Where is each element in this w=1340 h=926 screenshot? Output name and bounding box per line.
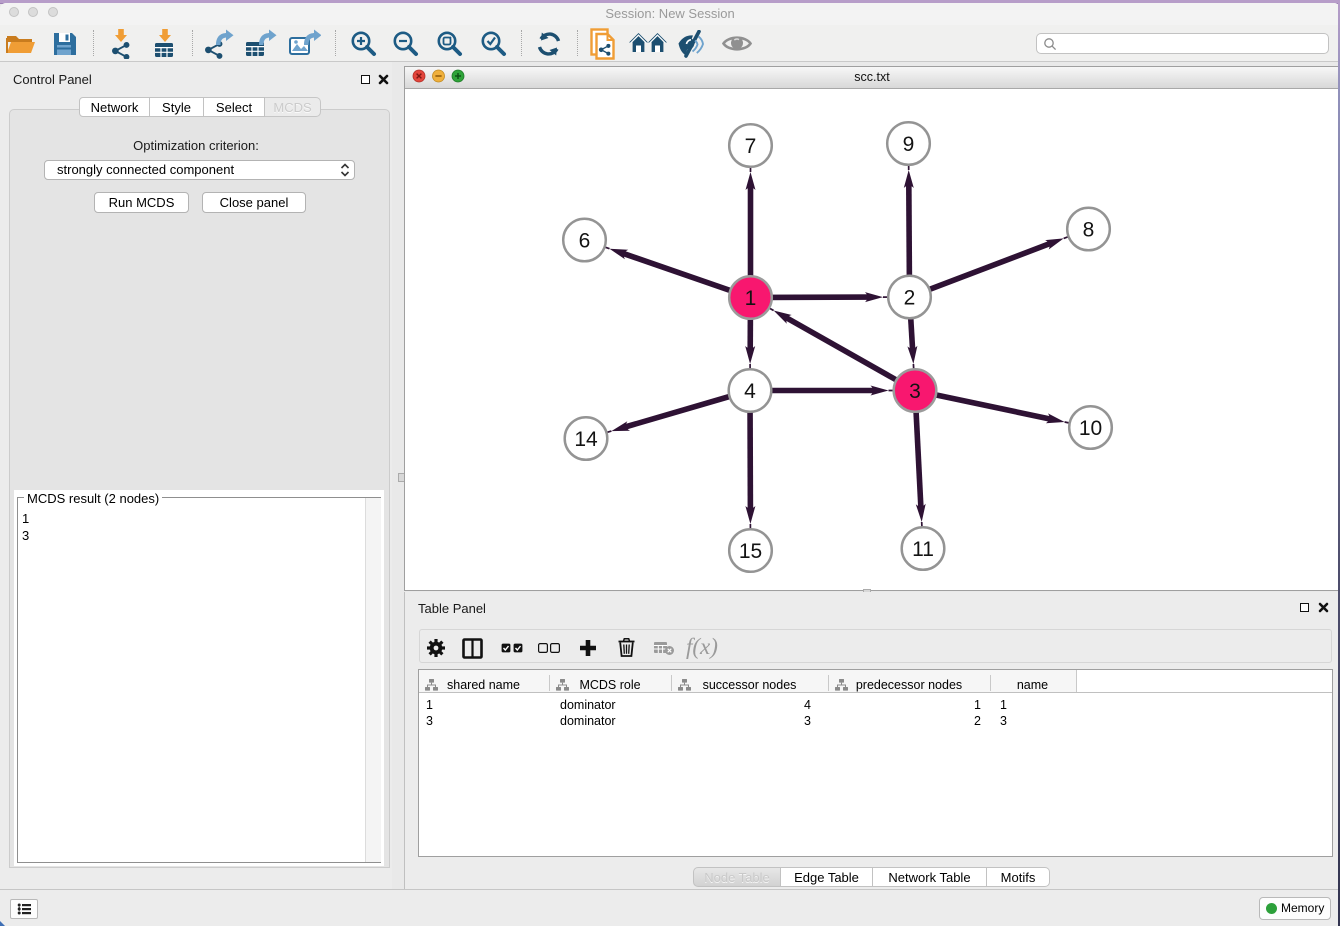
svg-text:6: 6 — [579, 229, 591, 252]
svg-text:3: 3 — [909, 380, 921, 403]
svg-text:14: 14 — [574, 428, 598, 451]
svg-text:8: 8 — [1083, 218, 1095, 241]
svg-text:1: 1 — [745, 287, 757, 310]
svg-text:15: 15 — [739, 540, 762, 563]
svg-text:7: 7 — [745, 135, 757, 158]
svg-text:10: 10 — [1079, 417, 1102, 440]
svg-text:2: 2 — [904, 286, 916, 309]
svg-text:11: 11 — [912, 538, 934, 561]
svg-text:9: 9 — [903, 133, 915, 156]
svg-text:4: 4 — [744, 380, 756, 403]
